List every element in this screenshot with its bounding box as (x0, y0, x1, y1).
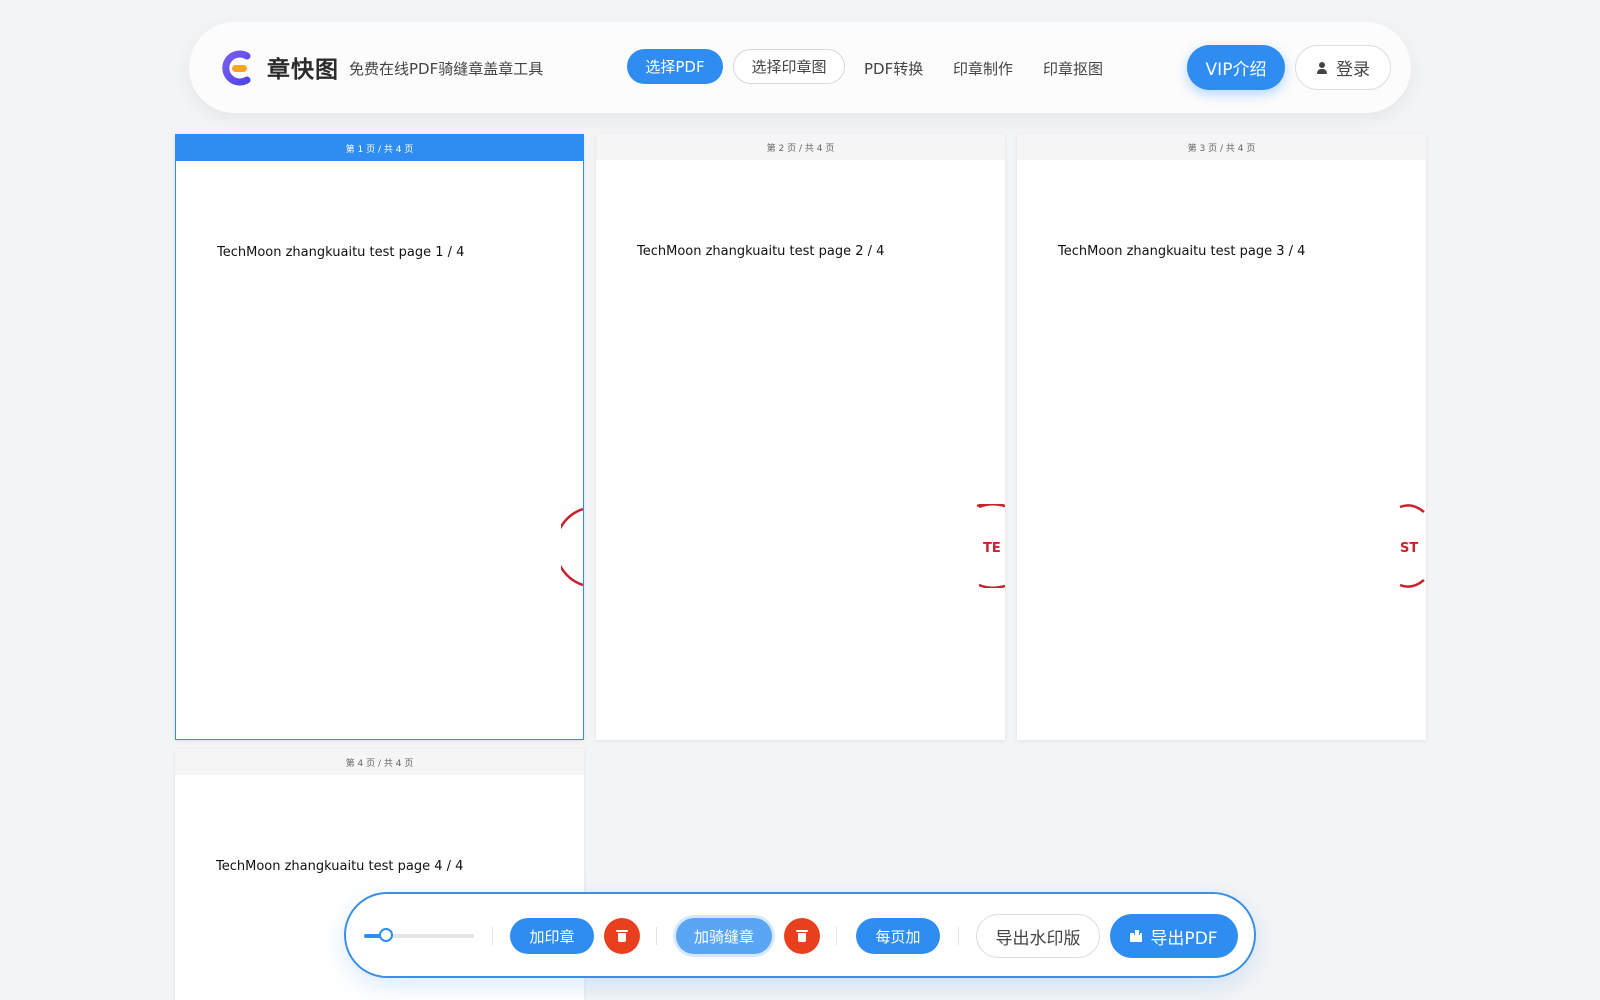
page-label: 第 4 页 / 共 4 页 (175, 749, 584, 775)
add-riding-seal-button[interactable]: 加骑缝章 (676, 918, 772, 954)
nav-seal-cutout[interactable]: 印章抠图 (1043, 58, 1103, 79)
bottom-toolbar: 加印章 加骑缝章 每页加 导出水印版 导出PDF (344, 892, 1256, 978)
nav-pdf-convert[interactable]: PDF转换 (864, 58, 923, 79)
delete-seal-button[interactable] (604, 918, 640, 954)
brand-name: 章快图 (267, 57, 339, 83)
trash-icon (616, 930, 628, 942)
pdf-page-3[interactable]: 第 3 页 / 共 4 页 TechMoon zhangkuaitu test … (1017, 134, 1426, 740)
riding-seal-fragment[interactable] (561, 507, 584, 587)
page-label: 第 1 页 / 共 4 页 (176, 135, 583, 161)
export-pdf-label: 导出PDF (1150, 928, 1218, 949)
select-pdf-button[interactable]: 选择PDF (627, 49, 723, 84)
page-text: TechMoon zhangkuaitu test page 4 / 4 (216, 859, 464, 874)
top-header: 章快图 免费在线PDF骑缝章盖章工具 选择PDF 选择印章图 PDF转换 印章制… (189, 22, 1411, 113)
pdf-page-1[interactable]: 第 1 页 / 共 4 页 TechMoon zhangkuaitu test … (175, 134, 584, 740)
nav-seal-make[interactable]: 印章制作 (953, 58, 1013, 79)
divider (836, 927, 837, 945)
login-label: 登录 (1336, 60, 1370, 80)
select-seal-button[interactable]: 选择印章图 (733, 49, 845, 84)
export-icon (1130, 930, 1143, 942)
export-watermark-button[interactable]: 导出水印版 (976, 914, 1100, 958)
slider-handle[interactable] (379, 928, 393, 942)
riding-seal-fragment[interactable]: ST (1398, 504, 1426, 588)
page-label: 第 2 页 / 共 4 页 (596, 134, 1005, 160)
pdf-page-2[interactable]: 第 2 页 / 共 4 页 TechMoon zhangkuaitu test … (596, 134, 1005, 740)
page-label: 第 3 页 / 共 4 页 (1017, 134, 1426, 160)
riding-seal-fragment[interactable]: TE (977, 504, 1005, 588)
export-pdf-button[interactable]: 导出PDF (1110, 914, 1238, 958)
add-every-page-button[interactable]: 每页加 (856, 918, 940, 954)
divider (656, 927, 657, 945)
tagline: 免费在线PDF骑缝章盖章工具 (349, 60, 544, 78)
trash-icon (796, 930, 808, 942)
logo-icon (222, 50, 251, 86)
page-text: TechMoon zhangkuaitu test page 2 / 4 (637, 244, 885, 259)
user-icon (1316, 61, 1328, 74)
seal-text: TE (983, 541, 1001, 556)
vip-button[interactable]: VIP介绍 (1187, 45, 1285, 90)
app-root: 章快图 免费在线PDF骑缝章盖章工具 选择PDF 选择印章图 PDF转换 印章制… (0, 0, 1600, 1000)
login-button[interactable]: 登录 (1295, 45, 1391, 90)
page-text: TechMoon zhangkuaitu test page 3 / 4 (1058, 244, 1306, 259)
page-text: TechMoon zhangkuaitu test page 1 / 4 (217, 245, 465, 260)
divider (492, 927, 493, 945)
divider (958, 927, 959, 945)
delete-riding-seal-button[interactable] (784, 918, 820, 954)
add-seal-button[interactable]: 加印章 (510, 918, 594, 954)
seal-text: ST (1400, 541, 1418, 556)
